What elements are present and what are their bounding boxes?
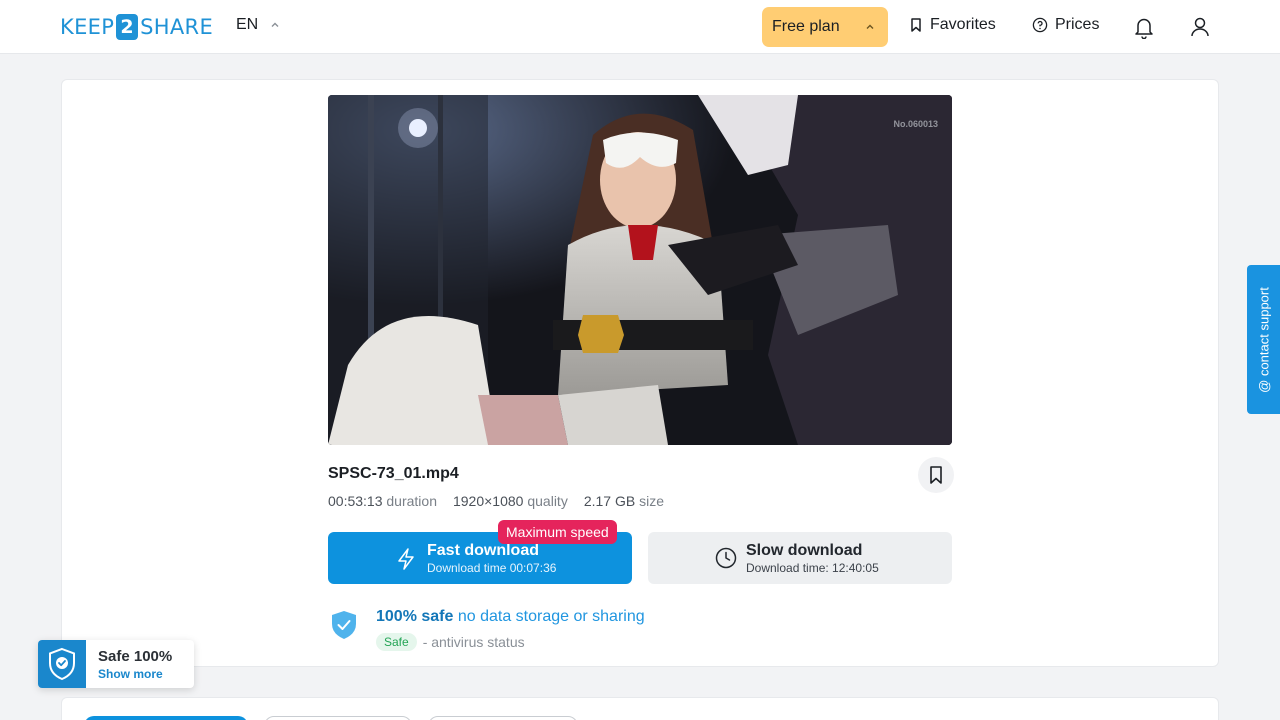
safe-100-badge[interactable]: Safe 100% Show more bbox=[38, 640, 194, 688]
slow-download-time: Download time: 12:40:05 bbox=[746, 561, 879, 575]
free-plan-button[interactable]: Free plan bbox=[762, 7, 888, 47]
fast-download-time: Download time 00:07:36 bbox=[427, 561, 557, 575]
language-selector[interactable]: EN bbox=[236, 16, 280, 34]
chevron-up-icon bbox=[866, 24, 874, 29]
maximum-speed-badge: Maximum speed bbox=[498, 520, 617, 544]
video-preview-image: No.060013 bbox=[328, 95, 952, 445]
tab-1[interactable] bbox=[84, 716, 248, 720]
logo-number: 2 bbox=[116, 14, 139, 40]
video-thumbnail[interactable]: No.060013 bbox=[328, 95, 952, 445]
file-name: SPSC-73_01.mp4 bbox=[328, 465, 459, 482]
clock-icon bbox=[715, 547, 737, 569]
account-button[interactable] bbox=[1188, 14, 1212, 40]
fast-download-title: Fast download bbox=[427, 542, 539, 559]
bell-icon bbox=[1135, 18, 1153, 39]
lightning-icon bbox=[398, 548, 414, 570]
favorites-label: Favorites bbox=[930, 16, 996, 33]
bookmark-icon bbox=[930, 466, 942, 484]
add-to-favorites-button[interactable] bbox=[918, 457, 954, 493]
user-icon bbox=[1191, 17, 1209, 37]
safe-status-pill: Safe bbox=[376, 633, 417, 651]
prices-label: Prices bbox=[1055, 16, 1100, 33]
shield-check-icon bbox=[49, 647, 75, 681]
svg-text:No.060013: No.060013 bbox=[893, 119, 938, 129]
antivirus-status-label: - antivirus status bbox=[422, 634, 525, 650]
tab-3[interactable] bbox=[428, 716, 578, 720]
tab-2[interactable] bbox=[264, 716, 412, 720]
show-more-link[interactable]: Show more bbox=[98, 667, 163, 681]
antivirus-status: Safe - antivirus status bbox=[376, 633, 525, 651]
safe-badge-title: Safe 100% bbox=[98, 648, 173, 665]
contact-support-label: @ contact support bbox=[1256, 286, 1271, 393]
notifications-button[interactable] bbox=[1132, 14, 1156, 40]
contact-support-tab[interactable]: @ contact support bbox=[1247, 265, 1280, 414]
safety-statement: 100% safe no data storage or sharing bbox=[376, 608, 645, 625]
logo-text-share: SHARE bbox=[140, 15, 214, 39]
keep2share-logo[interactable]: KEEP 2 SHARE bbox=[60, 14, 213, 40]
shield-check-icon bbox=[332, 611, 356, 639]
file-duration: 00:53:13 duration bbox=[328, 493, 437, 509]
slow-download-button[interactable]: Slow download Download time: 12:40:05 bbox=[648, 532, 952, 584]
safe-badge-icon-box bbox=[38, 640, 86, 688]
bookmark-icon bbox=[911, 18, 921, 32]
logo-text-keep: KEEP bbox=[60, 15, 115, 39]
free-plan-label: Free plan bbox=[772, 18, 840, 35]
language-label: EN bbox=[236, 16, 259, 33]
prices-link[interactable]: Prices bbox=[1032, 16, 1099, 34]
question-circle-icon bbox=[1032, 17, 1048, 33]
file-quality: 1920×1080 quality bbox=[452, 493, 568, 509]
file-size: 2.17 GB size bbox=[583, 493, 664, 509]
favorites-link[interactable]: Favorites bbox=[909, 16, 996, 34]
chevron-up-icon bbox=[271, 22, 279, 27]
top-header: KEEP 2 SHARE EN Free plan Favorites Prices bbox=[0, 0, 1280, 54]
slow-download-title: Slow download bbox=[746, 542, 863, 559]
file-metadata: 00:53:13 duration 1920×1080 quality 2.17… bbox=[328, 493, 664, 509]
